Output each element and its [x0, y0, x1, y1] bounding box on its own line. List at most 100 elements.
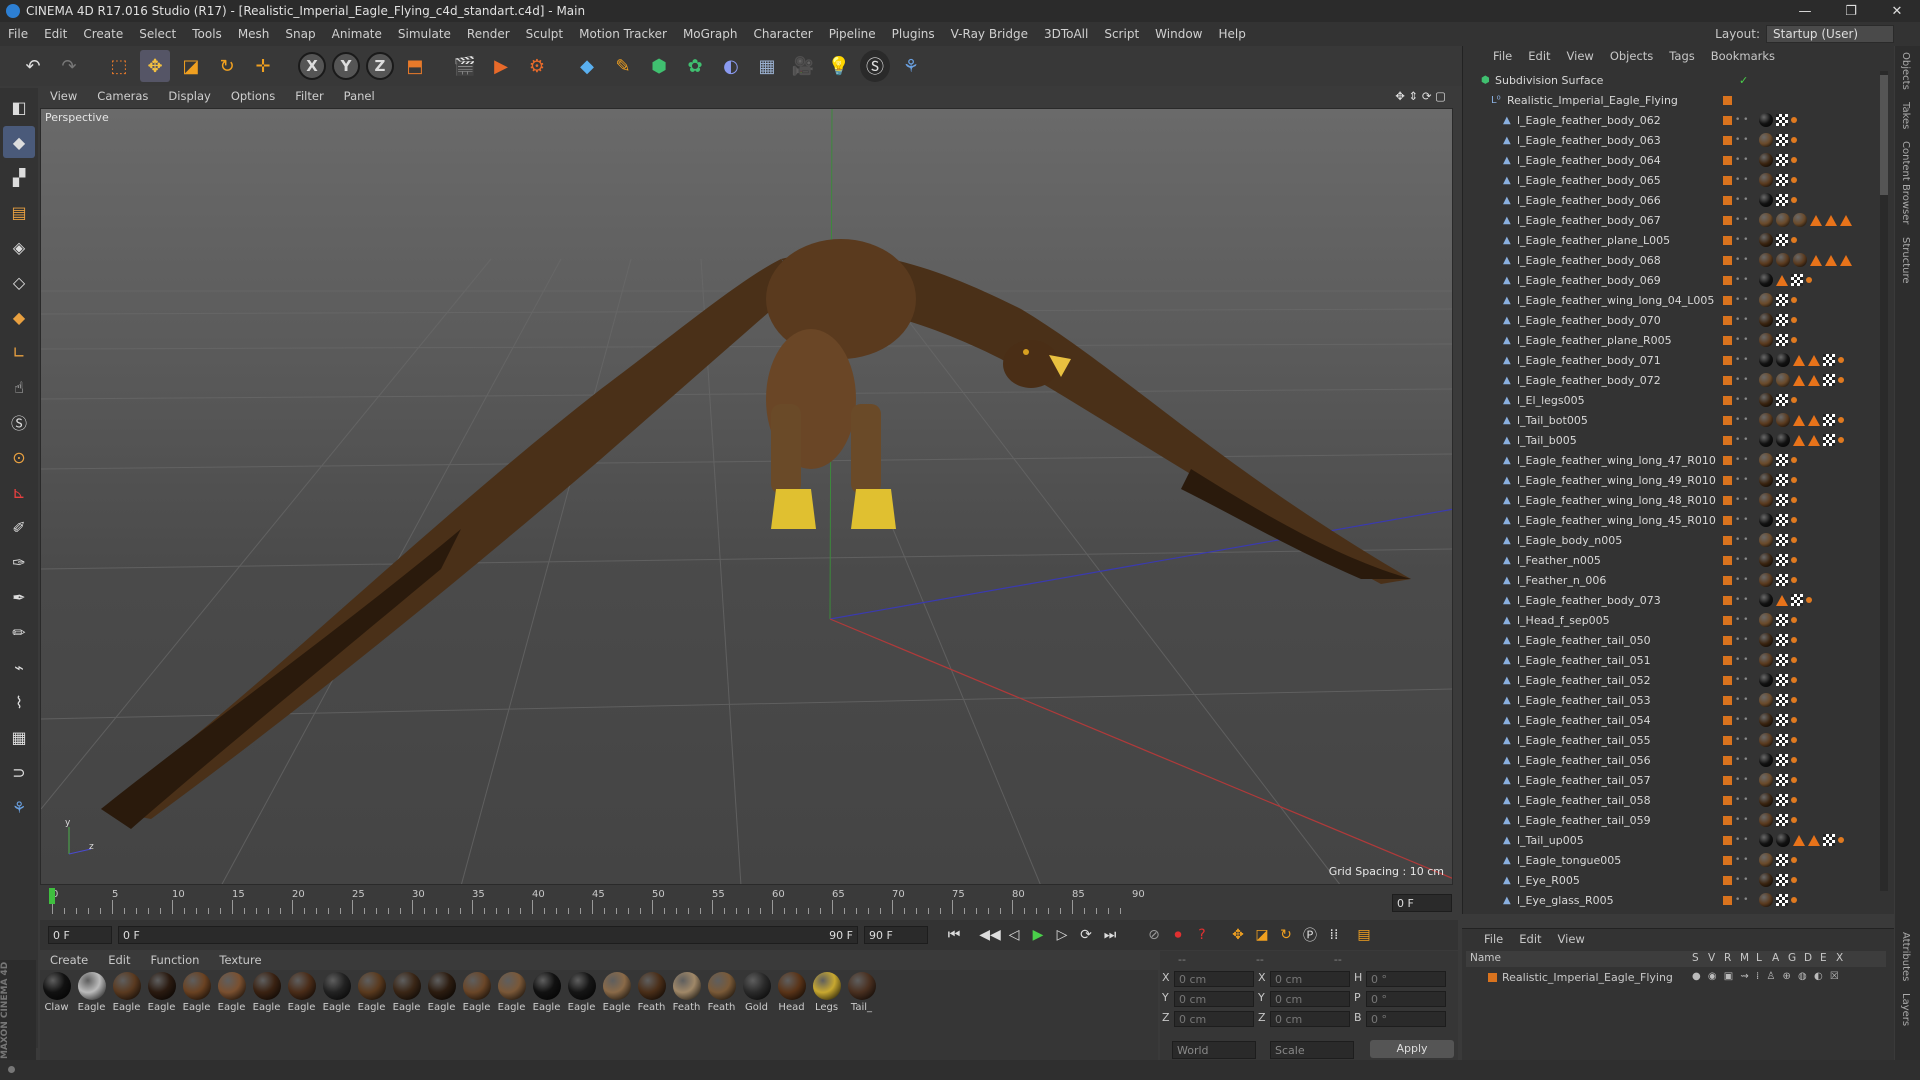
- layer-color-icon[interactable]: [1723, 555, 1732, 565]
- phong-tag-icon[interactable]: [1791, 317, 1797, 323]
- cube-icon[interactable]: ◆: [572, 50, 602, 82]
- material-tag-icon[interactable]: [1759, 773, 1773, 787]
- layer-menu-edit[interactable]: Edit: [1519, 932, 1541, 946]
- layer-color-icon[interactable]: [1723, 415, 1732, 425]
- visibility-dots-icon[interactable]: • •: [1735, 235, 1748, 244]
- phong-tag-icon[interactable]: [1791, 397, 1797, 403]
- material-swatch[interactable]: Eagle: [112, 970, 141, 1060]
- sculpt-brush-icon[interactable]: ✐: [3, 511, 35, 543]
- layer-row[interactable]: Realistic_Imperial_Eagle_Flying ● ◉ ▣ ⇝ ⁞…: [1466, 969, 1886, 987]
- previous-key-icon[interactable]: ◀◀: [978, 923, 1002, 947]
- selection-tag-icon[interactable]: [1840, 254, 1852, 266]
- material-tag-icon[interactable]: [1759, 253, 1773, 267]
- material-tag-icon[interactable]: [1759, 213, 1773, 227]
- object-row[interactable]: ▲ l_Eagle_feather_wing_long_48_R010 • •: [1463, 490, 1883, 510]
- material-tag-icon[interactable]: [1759, 233, 1773, 247]
- uvw-tag-icon[interactable]: [1823, 374, 1835, 386]
- coord-field[interactable]: 0 cm: [1174, 971, 1254, 987]
- material-tag-icon[interactable]: [1759, 473, 1773, 487]
- visibility-dots-icon[interactable]: • •: [1735, 375, 1748, 384]
- uvw-tag-icon[interactable]: [1776, 754, 1788, 766]
- visibility-dots-icon[interactable]: • •: [1735, 715, 1748, 724]
- coord-field[interactable]: 0 °: [1366, 1011, 1446, 1027]
- solo-mode-icon[interactable]: Ⓢ: [3, 406, 35, 438]
- coord-field[interactable]: 0 cm: [1270, 1011, 1350, 1027]
- uvw-tag-icon[interactable]: [1823, 354, 1835, 366]
- next-frame-icon[interactable]: ▷: [1050, 923, 1074, 947]
- material-tag-icon[interactable]: [1759, 693, 1773, 707]
- uvw-tag-icon[interactable]: [1776, 234, 1788, 246]
- side-tab-takes[interactable]: Takes: [1895, 96, 1916, 135]
- material-swatch[interactable]: Eagle: [462, 970, 491, 1060]
- material-tag-icon[interactable]: [1759, 633, 1773, 647]
- uvw-tag-icon[interactable]: [1776, 474, 1788, 486]
- snap-icon[interactable]: ⊙: [3, 441, 35, 473]
- visibility-dots-icon[interactable]: • •: [1735, 695, 1748, 704]
- material-tag-icon[interactable]: [1759, 613, 1773, 627]
- selection-tag-icon[interactable]: [1825, 214, 1837, 226]
- material-tag-icon[interactable]: [1759, 873, 1773, 887]
- object-row[interactable]: ▲ l_Eagle_feather_tail_051 • •: [1463, 650, 1883, 670]
- uvw-tag-icon[interactable]: [1776, 714, 1788, 726]
- phong-tag-icon[interactable]: [1791, 137, 1797, 143]
- menu-pipeline[interactable]: Pipeline: [821, 27, 884, 41]
- layer-column-header[interactable]: A: [1772, 952, 1779, 964]
- material-tag-icon[interactable]: [1759, 453, 1773, 467]
- layer-color-icon[interactable]: [1723, 255, 1732, 265]
- object-menu-edit[interactable]: Edit: [1520, 49, 1558, 63]
- layer-color-icon[interactable]: [1723, 695, 1732, 705]
- deformer-icon[interactable]: ◐: [716, 50, 746, 82]
- viewport-menu-panel[interactable]: Panel: [334, 89, 385, 103]
- visibility-dots-icon[interactable]: • •: [1735, 655, 1748, 664]
- object-row[interactable]: ▲ l_Tail_b005 • •: [1463, 430, 1883, 450]
- layer-color-icon[interactable]: [1723, 815, 1732, 825]
- viewport-menu-filter[interactable]: Filter: [285, 89, 333, 103]
- uvw-tag-icon[interactable]: [1823, 434, 1835, 446]
- visibility-dots-icon[interactable]: • •: [1735, 135, 1748, 144]
- visibility-dots-icon[interactable]: • •: [1735, 335, 1748, 344]
- selection-tag-icon[interactable]: [1793, 374, 1805, 386]
- layer-menu-file[interactable]: File: [1484, 932, 1503, 946]
- visibility-dots-icon[interactable]: • •: [1735, 415, 1748, 424]
- material-swatch[interactable]: Eagle: [287, 970, 316, 1060]
- uvw-tag-icon[interactable]: [1776, 674, 1788, 686]
- material-tag-icon[interactable]: [1759, 293, 1773, 307]
- uvw-tag-icon[interactable]: [1791, 594, 1803, 606]
- selection-tag-icon[interactable]: [1776, 274, 1788, 286]
- object-row[interactable]: ▲ l_Eagle_feather_body_072 • •: [1463, 370, 1883, 390]
- visibility-dots-icon[interactable]: • •: [1735, 195, 1748, 204]
- object-row[interactable]: ▲ l_Eagle_feather_tail_053 • •: [1463, 690, 1883, 710]
- phong-tag-icon[interactable]: [1838, 417, 1844, 423]
- uvw-tag-icon[interactable]: [1776, 194, 1788, 206]
- layer-color-icon[interactable]: [1723, 295, 1732, 305]
- menu-3dtoall[interactable]: 3DToAll: [1036, 27, 1096, 41]
- material-swatch[interactable]: Eagle: [602, 970, 631, 1060]
- layer-column-header[interactable]: X: [1836, 952, 1843, 964]
- workplane-snap-icon[interactable]: ⊾: [3, 476, 35, 508]
- coord-mode-world-dropdown[interactable]: World: [1172, 1041, 1256, 1059]
- visibility-dots-icon[interactable]: • •: [1735, 455, 1748, 464]
- transform-icon[interactable]: ✛: [248, 50, 278, 82]
- material-tag-icon[interactable]: [1759, 513, 1773, 527]
- object-row[interactable]: ▲ l_Eagle_feather_body_068 • •: [1463, 250, 1883, 270]
- workplane-icon[interactable]: ▤: [3, 196, 35, 228]
- layer-color-icon[interactable]: [1723, 615, 1732, 625]
- phong-tag-icon[interactable]: [1791, 117, 1797, 123]
- layout-dropdown[interactable]: Startup (User): [1766, 25, 1894, 43]
- uvw-tag-icon[interactable]: [1776, 134, 1788, 146]
- object-row[interactable]: ▲ l_Eagle_feather_body_071 • •: [1463, 350, 1883, 370]
- object-row[interactable]: ▲ l_El_legs005 • •: [1463, 390, 1883, 410]
- uvw-tag-icon[interactable]: [1823, 834, 1835, 846]
- material-swatch[interactable]: Eagle: [357, 970, 386, 1060]
- uvw-tag-icon[interactable]: [1776, 694, 1788, 706]
- layer-color-icon[interactable]: [1723, 575, 1732, 585]
- phong-tag-icon[interactable]: [1791, 477, 1797, 483]
- material-tag-icon[interactable]: [1776, 373, 1790, 387]
- phong-tag-icon[interactable]: [1791, 877, 1797, 883]
- material-tag-icon[interactable]: [1759, 813, 1773, 827]
- material-tag-icon[interactable]: [1759, 373, 1773, 387]
- phong-tag-icon[interactable]: [1806, 597, 1812, 603]
- visibility-dots-icon[interactable]: • •: [1735, 875, 1748, 884]
- sculpt-grab-icon[interactable]: ✏: [3, 616, 35, 648]
- viewport-nav-icons[interactable]: ✥ ⇕ ⟳ ▢: [1395, 89, 1446, 103]
